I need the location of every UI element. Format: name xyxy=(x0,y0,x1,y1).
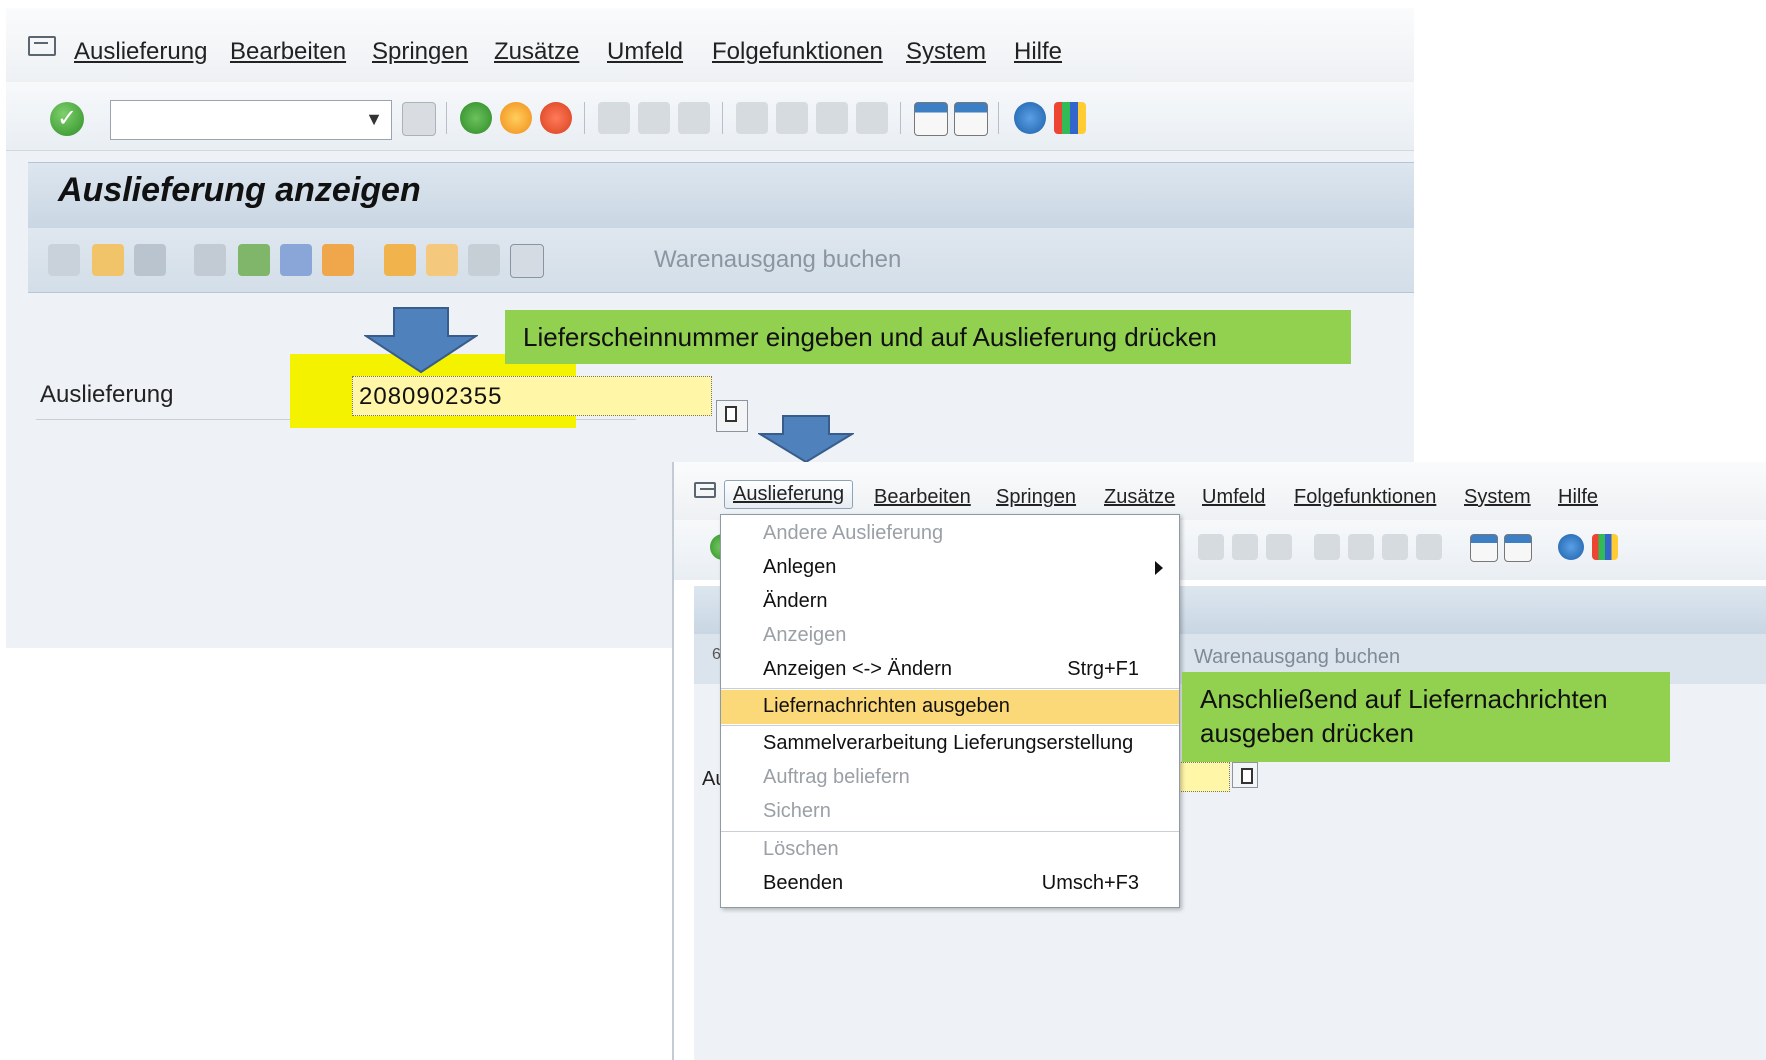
value-help-icon[interactable] xyxy=(716,400,748,432)
find-next-icon[interactable] xyxy=(1266,534,1292,560)
menu-toggle-icon[interactable] xyxy=(694,482,716,498)
standard-toolbar: ✓ ▼ « xyxy=(6,82,1414,151)
menu-item-sammelverarbeitung[interactable]: Sammelverarbeitung Lieferungserstellung xyxy=(721,727,1179,761)
menu-zusaetze[interactable]: Zusätze xyxy=(494,38,579,66)
exit-icon[interactable] xyxy=(500,102,532,134)
menu-toggle-icon[interactable] xyxy=(28,36,56,56)
delete-icon[interactable] xyxy=(134,244,166,276)
packing-icon[interactable] xyxy=(426,244,458,276)
new-session-icon[interactable] xyxy=(914,102,948,136)
menu-hilfe[interactable]: Hilfe xyxy=(1014,38,1062,66)
display-change-icon[interactable] xyxy=(48,244,80,276)
chevron-down-icon[interactable]: ▼ xyxy=(365,109,383,130)
document-flow-icon[interactable] xyxy=(194,244,226,276)
separator xyxy=(998,102,999,134)
separator xyxy=(900,102,901,134)
arrow-down-icon xyxy=(364,307,478,374)
separator xyxy=(446,102,447,134)
value-help-icon[interactable] xyxy=(1232,762,1258,788)
next-page-icon[interactable] xyxy=(816,102,848,134)
first-page-icon[interactable] xyxy=(736,102,768,134)
delivery-number-input[interactable] xyxy=(1178,762,1230,792)
post-goods-issue-button[interactable]: Warenausgang buchen xyxy=(1194,646,1400,669)
delivery-number-input[interactable]: 2080902355 xyxy=(352,376,712,416)
menu-item-aendern[interactable]: Ändern xyxy=(721,585,1179,619)
find-next-icon[interactable] xyxy=(678,102,710,134)
menu-item-beenden[interactable]: Beenden Umsch+F3 xyxy=(721,867,1179,901)
new-session-icon[interactable] xyxy=(1470,534,1498,562)
menu-umfeld[interactable]: Umfeld xyxy=(1202,486,1265,509)
menu-item-sichern[interactable]: Sichern xyxy=(721,795,1179,829)
find-icon[interactable] xyxy=(1232,534,1258,560)
title-bar: Auslieferung anzeigen xyxy=(28,162,1414,229)
auslieferung-dropdown-menu: Andere Auslieferung Anlegen Ändern Anzei… xyxy=(720,514,1180,908)
menu-item-auftrag-beliefern[interactable]: Auftrag beliefern xyxy=(721,761,1179,795)
menu-separator xyxy=(721,725,1179,726)
next-page-icon[interactable] xyxy=(1382,534,1408,560)
menu-item-anzeigen-aendern[interactable]: Anzeigen <-> Ändern Strg+F1 xyxy=(721,653,1179,687)
menu-springen[interactable]: Springen xyxy=(372,38,468,66)
arrow-down-icon xyxy=(758,415,854,464)
status-icon[interactable] xyxy=(280,244,312,276)
menu-auslieferung[interactable]: Auslieferung xyxy=(74,38,207,66)
menu-separator xyxy=(721,688,1179,689)
menu-zusaetze[interactable]: Zusätze xyxy=(1104,486,1175,509)
layout-menu-icon[interactable] xyxy=(1054,102,1086,134)
menu-bar: Auslieferung Bearbeiten Springen Zusätze… xyxy=(6,8,1414,83)
last-page-icon[interactable] xyxy=(856,102,888,134)
help-icon[interactable] xyxy=(1014,102,1046,134)
shortcut-icon[interactable] xyxy=(1504,534,1532,562)
picking-icon[interactable] xyxy=(384,244,416,276)
menu-bearbeiten[interactable]: Bearbeiten xyxy=(874,486,971,509)
overview-icon[interactable] xyxy=(238,244,270,276)
home-icon[interactable] xyxy=(468,244,500,276)
menu-folgefunktionen[interactable]: Folgefunktionen xyxy=(1294,486,1436,509)
first-page-icon[interactable] xyxy=(1314,534,1340,560)
menu-springen[interactable]: Springen xyxy=(996,486,1076,509)
menu-item-loeschen[interactable]: Löschen xyxy=(721,833,1179,867)
menu-umfeld[interactable]: Umfeld xyxy=(607,38,683,66)
grid-icon[interactable] xyxy=(510,244,544,278)
delivery-field-label: Auslieferung xyxy=(40,381,174,408)
menu-system[interactable]: System xyxy=(1464,486,1531,509)
menu-item-liefernachrichten-ausgeben[interactable]: Liefernachrichten ausgeben xyxy=(721,690,1179,724)
submenu-arrow-icon xyxy=(1155,561,1163,575)
print-icon[interactable] xyxy=(598,102,630,134)
warning-icon[interactable] xyxy=(322,244,354,276)
separator xyxy=(722,102,723,134)
find-icon[interactable] xyxy=(638,102,670,134)
menu-folgefunktionen[interactable]: Folgefunktionen xyxy=(712,38,883,66)
previous-page-icon[interactable] xyxy=(776,102,808,134)
save-icon[interactable] xyxy=(402,102,436,136)
create-icon[interactable] xyxy=(92,244,124,276)
enter-check-icon[interactable]: ✓ xyxy=(50,102,84,136)
command-field[interactable]: ▼ xyxy=(110,100,392,140)
back-icon[interactable] xyxy=(460,102,492,134)
instruction-callout-1: Lieferscheinnummer eingeben und auf Ausl… xyxy=(505,310,1351,364)
menu-item-anlegen[interactable]: Anlegen xyxy=(721,551,1179,585)
menu-bar: Auslieferung Bearbeiten Springen Zusätze… xyxy=(674,462,1766,521)
menu-item-anzeigen[interactable]: Anzeigen xyxy=(721,619,1179,653)
help-icon[interactable] xyxy=(1558,534,1584,560)
shortcut-icon[interactable] xyxy=(954,102,988,136)
separator xyxy=(584,102,585,134)
page-title: Auslieferung anzeigen xyxy=(58,171,421,209)
post-goods-issue-button[interactable]: Warenausgang buchen xyxy=(654,246,901,274)
menu-separator xyxy=(721,831,1179,832)
menu-hilfe[interactable]: Hilfe xyxy=(1558,486,1598,509)
menu-system[interactable]: System xyxy=(906,38,986,66)
application-toolbar: Warenausgang buchen xyxy=(28,228,1414,293)
last-page-icon[interactable] xyxy=(1416,534,1442,560)
menu-bearbeiten[interactable]: Bearbeiten xyxy=(230,38,346,66)
instruction-callout-2: Anschließend auf Liefernachrichten ausge… xyxy=(1182,672,1670,762)
print-icon[interactable] xyxy=(1198,534,1224,560)
cancel-icon[interactable] xyxy=(540,102,572,134)
previous-page-icon[interactable] xyxy=(1348,534,1374,560)
layout-menu-icon[interactable] xyxy=(1592,534,1618,560)
menu-auslieferung-active[interactable]: Auslieferung xyxy=(724,480,854,509)
menu-item-andere-auslieferung[interactable]: Andere Auslieferung xyxy=(721,517,1179,551)
